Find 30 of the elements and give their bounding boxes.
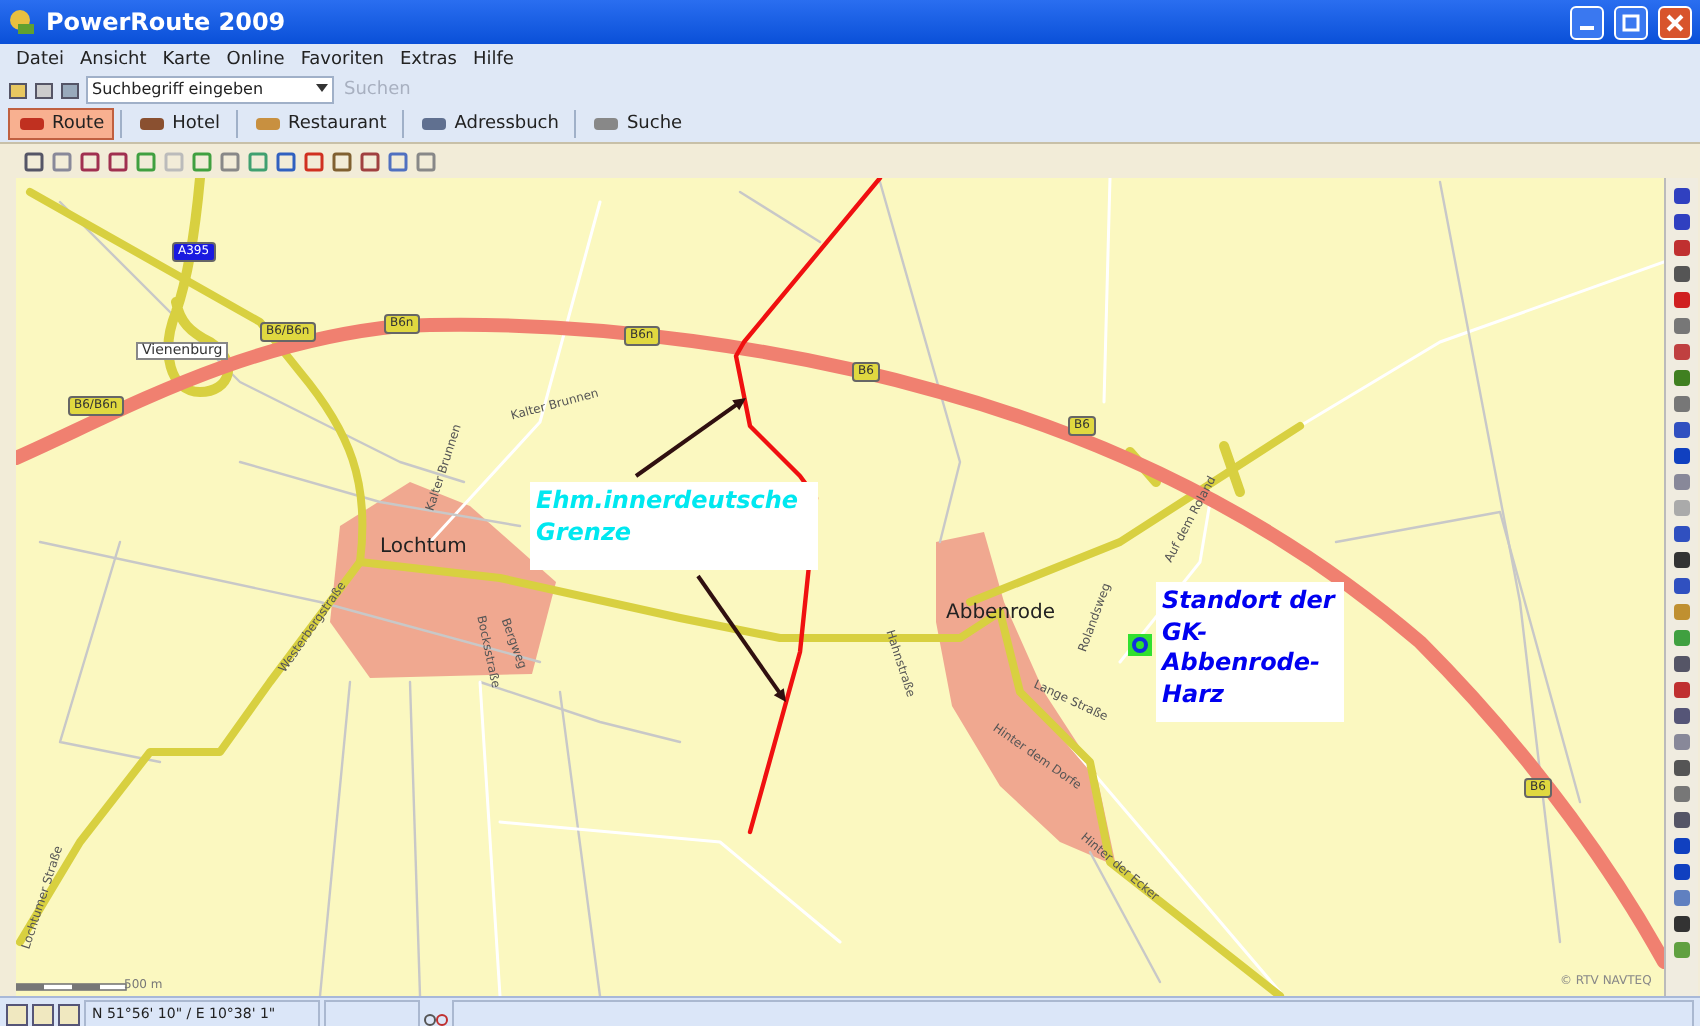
menu-item[interactable]: Online <box>218 49 293 69</box>
category-tab[interactable]: Restaurant <box>243 107 397 139</box>
maximize-icon <box>1622 13 1640 31</box>
town-name: Lochtum <box>380 538 467 558</box>
minimize-icon <box>1580 25 1594 29</box>
category-tab[interactable]: Adressbuch <box>410 107 569 139</box>
minimize-button[interactable] <box>1570 5 1604 39</box>
arrow <box>634 398 746 478</box>
close-button[interactable] <box>1658 5 1692 39</box>
annotation-text: Standort der GK-Abbenrode-Harz <box>1156 582 1344 722</box>
menu-item[interactable]: Hilfe <box>464 49 522 69</box>
location-marker-icon <box>1128 634 1152 656</box>
window-title: PowerRoute 2009 <box>46 8 288 36</box>
close-icon <box>1666 13 1684 31</box>
menu-item[interactable]: Ansicht <box>72 49 155 69</box>
maximize-button[interactable] <box>1614 5 1648 39</box>
menu-item[interactable]: Favoriten <box>292 49 392 69</box>
category-tab[interactable]: Hotel <box>128 107 230 139</box>
caret-icon[interactable] <box>316 84 330 94</box>
town-name: Abbenrode <box>946 604 1056 624</box>
app-icon <box>8 8 36 36</box>
menu-item[interactable]: Extras <box>391 49 465 69</box>
scale-bar <box>16 983 127 991</box>
category-tab[interactable]: Suche <box>582 107 693 139</box>
annotation-text: Ehm.innerdeutsche Grenze <box>530 482 818 570</box>
menu-item[interactable]: Karte <box>154 49 219 69</box>
category-tab[interactable]: Route <box>8 107 115 139</box>
menu-item[interactable]: Datei <box>8 49 73 69</box>
arrow <box>696 574 786 702</box>
search-field[interactable]: Suchbegriff eingeben <box>86 75 334 103</box>
